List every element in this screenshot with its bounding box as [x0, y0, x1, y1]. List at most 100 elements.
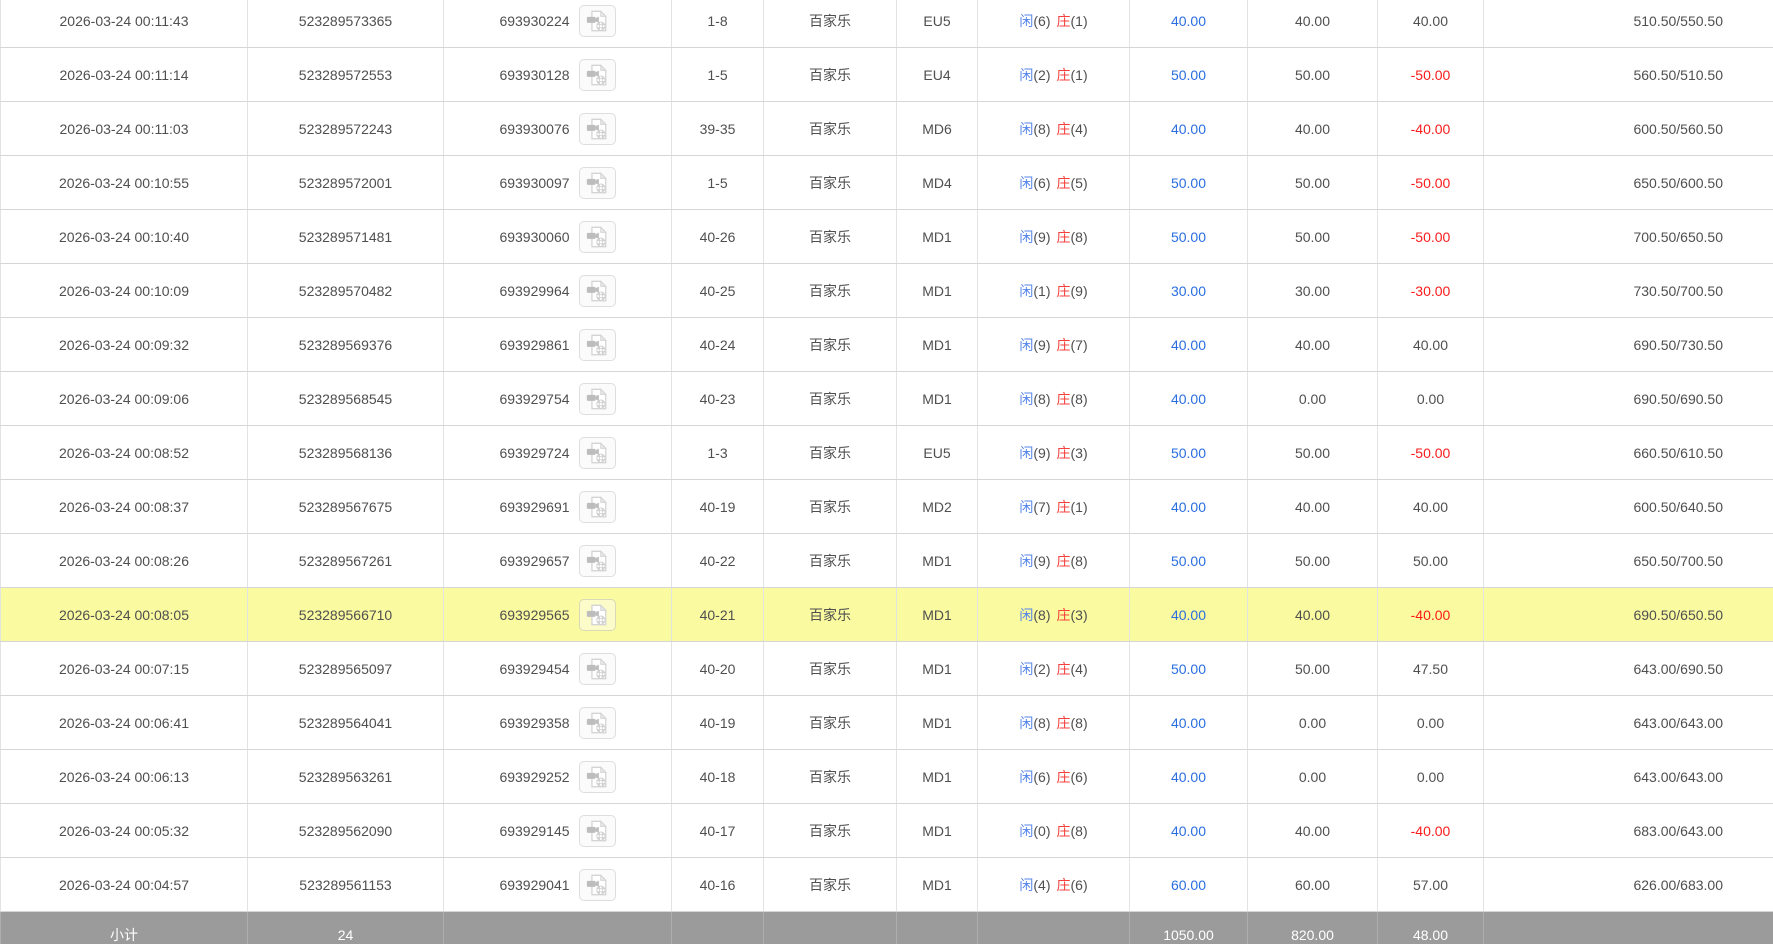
- table-row[interactable]: 2026-03-24 00:06:13 523289563261 6939292…: [1, 750, 1773, 804]
- table-row[interactable]: 2026-03-24 00:10:55 523289572001 6939300…: [1, 156, 1773, 210]
- video-replay-button[interactable]: [579, 815, 616, 847]
- table-row[interactable]: 2026-03-24 00:05:32 523289562090 6939291…: [1, 804, 1773, 858]
- video-replay-button[interactable]: [579, 869, 616, 901]
- bet-amount-cell: 40.00: [1130, 588, 1248, 642]
- bet-amount-link[interactable]: 40.00: [1171, 337, 1206, 353]
- bet-amount-cell: 40.00: [1130, 0, 1248, 48]
- bet-amount-link[interactable]: 40.00: [1171, 121, 1206, 137]
- table-code: MD1: [897, 210, 978, 264]
- video-replay-button[interactable]: [579, 113, 616, 145]
- banker-label: 庄: [1057, 769, 1071, 785]
- game-number: 693929358: [499, 715, 569, 731]
- win-loss: -40.00: [1378, 804, 1484, 858]
- table-row[interactable]: 2026-03-24 00:06:41 523289564041 6939293…: [1, 696, 1773, 750]
- table-row[interactable]: 2026-03-24 00:11:43 523289573365 6939302…: [1, 0, 1773, 48]
- video-camera-icon: [585, 657, 609, 681]
- valid-amount: 60.00: [1248, 858, 1378, 912]
- video-replay-button[interactable]: [579, 5, 616, 37]
- video-replay-button[interactable]: [579, 491, 616, 523]
- valid-amount: 50.00: [1248, 534, 1378, 588]
- game-type: 百家乐: [764, 642, 897, 696]
- player-score: (7): [1033, 499, 1050, 515]
- table-row[interactable]: 2026-03-24 00:09:32 523289569376 6939298…: [1, 318, 1773, 372]
- result-cell: 闲(9)庄(3): [978, 426, 1130, 480]
- bet-amount-cell: 50.00: [1130, 210, 1248, 264]
- bet-amount-link[interactable]: 40.00: [1171, 607, 1206, 623]
- round-number: 40-24: [672, 318, 764, 372]
- bet-history-table: 2026-03-24 00:11:43 523289573365 6939302…: [0, 0, 1773, 944]
- player-label: 闲: [1019, 67, 1033, 83]
- bet-amount-link[interactable]: 40.00: [1171, 391, 1206, 407]
- bet-time: 2026-03-24 00:06:13: [1, 750, 248, 804]
- video-replay-button[interactable]: [579, 167, 616, 199]
- win-loss: 0.00: [1378, 750, 1484, 804]
- result-cell: 闲(8)庄(8): [978, 372, 1130, 426]
- table-row[interactable]: 2026-03-24 00:08:52 523289568136 6939297…: [1, 426, 1773, 480]
- result-cell: 闲(8)庄(3): [978, 588, 1130, 642]
- round-number: 40-19: [672, 696, 764, 750]
- bet-amount-link[interactable]: 50.00: [1171, 67, 1206, 83]
- table-row[interactable]: 2026-03-24 00:11:03 523289572243 6939300…: [1, 102, 1773, 156]
- table-row[interactable]: 2026-03-24 00:08:26 523289567261 6939296…: [1, 534, 1773, 588]
- table-code: MD1: [897, 642, 978, 696]
- subtotal-win-loss-total: 48.00: [1378, 912, 1484, 944]
- bet-amount-link[interactable]: 50.00: [1171, 661, 1206, 677]
- result-cell: 闲(6)庄(5): [978, 156, 1130, 210]
- video-replay-button[interactable]: [579, 383, 616, 415]
- bet-amount-link[interactable]: 50.00: [1171, 445, 1206, 461]
- game-number-cell: 693929145: [444, 804, 672, 858]
- video-replay-button[interactable]: [579, 221, 616, 253]
- video-replay-button[interactable]: [579, 761, 616, 793]
- banker-label: 庄: [1057, 715, 1071, 731]
- video-camera-icon: [585, 9, 609, 33]
- bet-amount-link[interactable]: 40.00: [1171, 13, 1206, 29]
- bet-amount-link[interactable]: 50.00: [1171, 229, 1206, 245]
- bet-amount-link[interactable]: 60.00: [1171, 877, 1206, 893]
- banker-label: 庄: [1057, 229, 1071, 245]
- video-replay-button[interactable]: [579, 59, 616, 91]
- video-camera-icon: [585, 63, 609, 87]
- table-code: EU4: [897, 48, 978, 102]
- bet-amount-link[interactable]: 40.00: [1171, 769, 1206, 785]
- game-number-cell: 693930224: [444, 0, 672, 48]
- video-replay-button[interactable]: [579, 707, 616, 739]
- bet-amount-link[interactable]: 40.00: [1171, 715, 1206, 731]
- balance: 643.00/643.00: [1484, 750, 1773, 804]
- bet-time: 2026-03-24 00:09:32: [1, 318, 248, 372]
- bet-amount-link[interactable]: 50.00: [1171, 175, 1206, 191]
- video-replay-button[interactable]: [579, 653, 616, 685]
- result-cell: 闲(9)庄(8): [978, 210, 1130, 264]
- player-score: (8): [1033, 607, 1050, 623]
- bet-amount-link[interactable]: 50.00: [1171, 553, 1206, 569]
- table-row[interactable]: 2026-03-24 00:11:14 523289572553 6939301…: [1, 48, 1773, 102]
- game-number: 693930128: [499, 67, 569, 83]
- table-row[interactable]: 2026-03-24 00:04:57 523289561153 6939290…: [1, 858, 1773, 912]
- table-row[interactable]: 2026-03-24 00:08:37 523289567675 6939296…: [1, 480, 1773, 534]
- video-camera-icon: [585, 711, 609, 735]
- bet-amount-link[interactable]: 30.00: [1171, 283, 1206, 299]
- game-number-cell: 693929565: [444, 588, 672, 642]
- bet-time: 2026-03-24 00:09:06: [1, 372, 248, 426]
- game-number-cell: 693929252: [444, 750, 672, 804]
- table-row[interactable]: 2026-03-24 00:10:09 523289570482 6939299…: [1, 264, 1773, 318]
- video-replay-button[interactable]: [579, 437, 616, 469]
- video-replay-button[interactable]: [579, 329, 616, 361]
- table-row[interactable]: 2026-03-24 00:10:40 523289571481 6939300…: [1, 210, 1773, 264]
- subtotal-label: 小计: [1, 912, 248, 944]
- video-camera-icon: [585, 441, 609, 465]
- banker-label: 庄: [1057, 499, 1071, 515]
- bet-amount-link[interactable]: 40.00: [1171, 823, 1206, 839]
- balance: 690.50/730.50: [1484, 318, 1773, 372]
- bet-amount-link[interactable]: 40.00: [1171, 499, 1206, 515]
- video-replay-button[interactable]: [579, 545, 616, 577]
- table-row[interactable]: 2026-03-24 00:07:15 523289565097 6939294…: [1, 642, 1773, 696]
- valid-amount: 30.00: [1248, 264, 1378, 318]
- banker-label: 庄: [1057, 445, 1071, 461]
- round-number: 40-26: [672, 210, 764, 264]
- video-replay-button[interactable]: [579, 275, 616, 307]
- table-code: MD4: [897, 156, 978, 210]
- table-row[interactable]: 2026-03-24 00:09:06 523289568545 6939297…: [1, 372, 1773, 426]
- valid-amount: 50.00: [1248, 426, 1378, 480]
- video-replay-button[interactable]: [579, 599, 616, 631]
- table-row[interactable]: 2026-03-24 00:08:05 523289566710 6939295…: [1, 588, 1773, 642]
